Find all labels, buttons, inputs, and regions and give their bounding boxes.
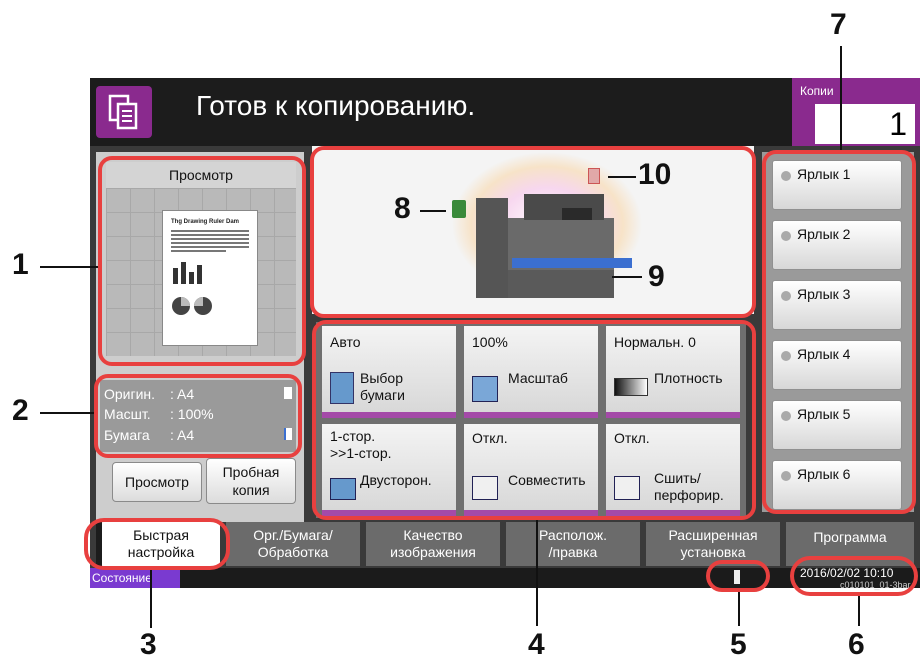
callout-line-8 xyxy=(420,210,446,212)
callout-line-6 xyxy=(858,596,860,626)
callout-line-3 xyxy=(150,570,152,628)
callout-4: 4 xyxy=(528,628,545,661)
proof-copy-line1: Пробная xyxy=(222,464,280,480)
callout-line-7 xyxy=(840,46,842,150)
copies-label: Копии xyxy=(800,84,834,98)
highlight-quick-setup-tab xyxy=(84,518,230,570)
highlight-preview xyxy=(98,156,306,366)
highlight-summary xyxy=(94,374,302,458)
callout-1: 1 xyxy=(12,248,29,281)
callout-line-1 xyxy=(40,266,98,268)
highlight-shortcuts xyxy=(762,150,916,514)
copy-mode-icon xyxy=(96,86,152,138)
proof-copy-button[interactable]: Пробная копия xyxy=(206,458,296,504)
preview-button[interactable]: Просмотр xyxy=(112,462,202,502)
copies-input[interactable]: 1 xyxy=(815,104,915,144)
callout-9: 9 xyxy=(648,260,665,293)
status-label[interactable]: Состояние xyxy=(90,568,180,588)
tab-advanced-setup[interactable]: Расширенная установка xyxy=(646,522,780,566)
callout-line-5 xyxy=(738,592,740,626)
highlight-toner xyxy=(706,560,770,592)
callout-5: 5 xyxy=(730,628,747,661)
status-title: Готов к копированию. xyxy=(196,90,476,121)
callout-line-2 xyxy=(40,412,94,414)
callout-8: 8 xyxy=(394,192,411,225)
callout-7: 7 xyxy=(830,8,847,41)
callout-line-4 xyxy=(536,520,538,626)
highlight-device xyxy=(310,146,756,318)
callout-line-9 xyxy=(612,276,642,278)
proof-copy-line2: копия xyxy=(232,482,270,498)
callout-line-10 xyxy=(608,176,636,178)
callout-6: 6 xyxy=(848,628,865,661)
highlight-datetime xyxy=(790,556,918,596)
callout-3: 3 xyxy=(140,628,157,661)
callout-10: 10 xyxy=(638,158,672,191)
highlight-functions xyxy=(312,320,756,520)
tab-layout-edit[interactable]: Располож./правка xyxy=(506,522,640,566)
tab-org-paper-finishing[interactable]: Орг./Бумага/Обработка xyxy=(226,522,360,566)
tab-image-quality[interactable]: Качество изображения xyxy=(366,522,500,566)
callout-2: 2 xyxy=(12,394,29,427)
